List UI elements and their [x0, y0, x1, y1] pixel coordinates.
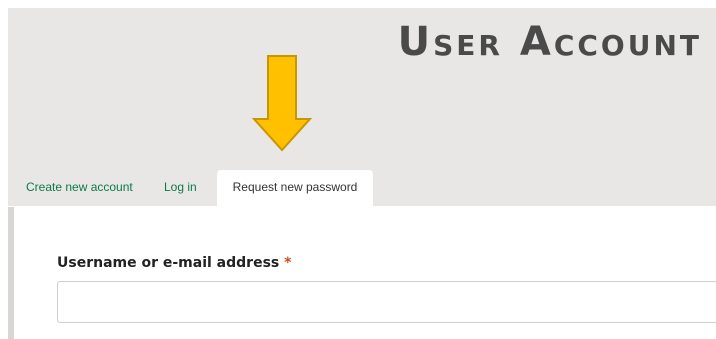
tabs: Create new account Log in Request new pa…: [8, 170, 716, 208]
down-arrow-icon: [252, 55, 312, 152]
page: User Account Create new account Log in R…: [0, 0, 716, 339]
tab-create-new-account[interactable]: Create new account: [26, 170, 133, 207]
tab-log-in[interactable]: Log in: [164, 170, 197, 207]
panel-edge: [8, 207, 14, 339]
tab-request-new-password[interactable]: Request new password: [217, 170, 373, 208]
username-input[interactable]: [57, 281, 716, 323]
username-label-text: Username or e-mail address: [57, 255, 280, 271]
required-marker: *: [284, 255, 292, 271]
username-label: Username or e-mail address *: [57, 255, 291, 271]
page-title: User Account: [397, 19, 702, 65]
